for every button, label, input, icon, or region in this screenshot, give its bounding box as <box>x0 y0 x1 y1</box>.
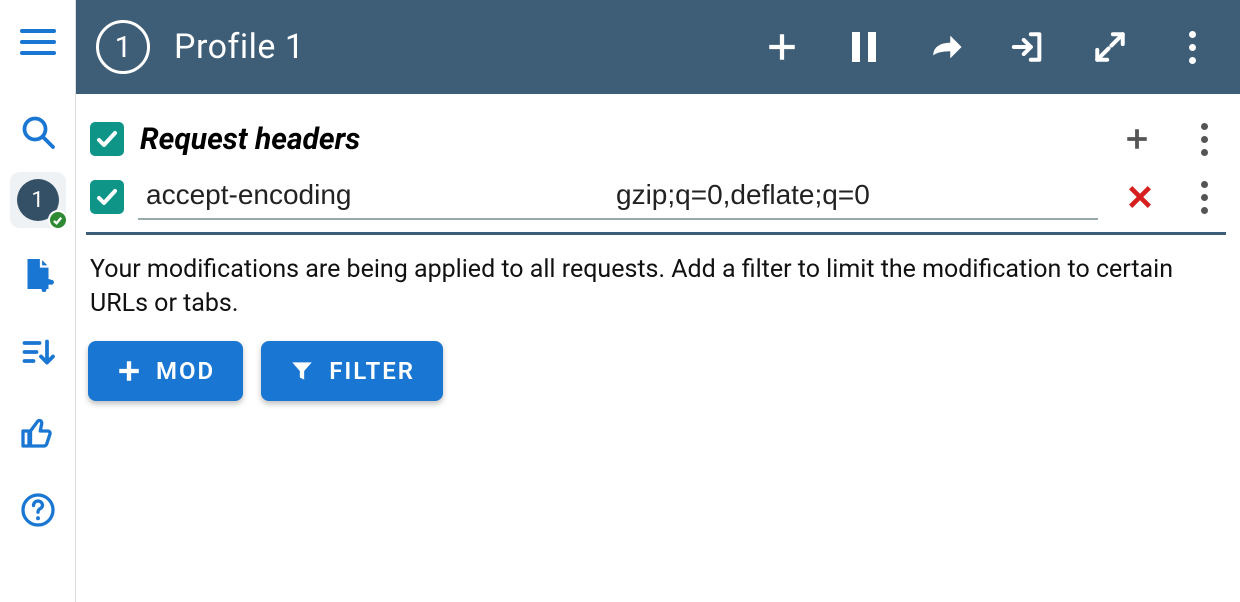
profile-title: Profile 1 <box>174 27 304 67</box>
more-vert-icon <box>1201 181 1208 188</box>
toolbar-actions <box>762 27 1212 67</box>
main-panel: 1 Profile 1 <box>76 0 1240 602</box>
hamburger-icon <box>20 29 56 55</box>
new-file-button[interactable] <box>10 246 66 302</box>
section-divider <box>86 232 1226 235</box>
more-vert-icon <box>1201 123 1208 130</box>
left-rail: 1 <box>0 0 76 602</box>
header-value-input[interactable] <box>614 178 1098 212</box>
delete-header-button[interactable] <box>1120 177 1160 217</box>
add-filter-button[interactable]: FILTER <box>261 341 443 401</box>
rail-profile-button[interactable]: 1 <box>10 172 66 228</box>
sort-button[interactable] <box>10 324 66 380</box>
share-icon <box>929 30 963 64</box>
close-icon <box>1126 183 1154 211</box>
hamburger-menu-button[interactable] <box>10 14 66 70</box>
header-enable-checkbox[interactable] <box>90 180 124 214</box>
thumbs-up-icon <box>20 416 56 452</box>
add-mod-label: MOD <box>156 357 215 385</box>
import-icon <box>1011 30 1045 64</box>
toolbar-more-button[interactable] <box>1172 27 1212 67</box>
add-header-button[interactable] <box>1116 118 1158 160</box>
plus-icon <box>765 30 799 64</box>
profile-chip[interactable]: 1 Profile 1 <box>96 20 304 74</box>
more-vert-icon <box>1189 31 1196 38</box>
like-button[interactable] <box>10 406 66 462</box>
section-more-button[interactable] <box>1192 118 1216 160</box>
rail-profile-number: 1 <box>31 188 43 213</box>
check-icon <box>95 127 119 151</box>
header-name-input[interactable] <box>144 178 614 212</box>
filter-notice-text: Your modifications are being applied to … <box>86 253 1226 321</box>
help-icon <box>20 492 56 528</box>
search-button[interactable] <box>10 104 66 160</box>
top-toolbar: 1 Profile 1 <box>76 0 1240 94</box>
action-button-row: MOD FILTER <box>86 341 1226 401</box>
toolbar-share-button[interactable] <box>926 27 966 67</box>
add-mod-button[interactable]: MOD <box>88 341 243 401</box>
profile-number-circle: 1 <box>96 20 150 74</box>
toolbar-pause-button[interactable] <box>844 27 884 67</box>
section-enable-checkbox[interactable] <box>90 122 124 156</box>
help-button[interactable] <box>10 482 66 538</box>
plus-icon <box>116 358 142 384</box>
app-root: 1 <box>0 0 1240 602</box>
header-field-pair <box>138 174 1098 220</box>
file-plus-icon <box>20 256 56 292</box>
section-header-row: Request headers <box>86 112 1226 166</box>
plus-icon <box>1124 126 1150 152</box>
rail-profile-active-badge <box>48 210 68 230</box>
sort-icon <box>20 334 56 370</box>
toolbar-import-button[interactable] <box>1008 27 1048 67</box>
profile-number: 1 <box>115 30 132 65</box>
check-icon <box>95 185 119 209</box>
toolbar-fullscreen-button[interactable] <box>1090 27 1130 67</box>
header-entry-row <box>86 166 1226 230</box>
content-area: Request headers <box>76 94 1240 401</box>
search-icon <box>20 114 56 150</box>
check-icon <box>52 215 63 226</box>
header-more-button[interactable] <box>1192 176 1216 218</box>
filter-icon <box>289 358 315 384</box>
toolbar-add-button[interactable] <box>762 27 802 67</box>
section-title: Request headers <box>140 122 360 157</box>
expand-icon <box>1093 30 1127 64</box>
add-filter-label: FILTER <box>329 357 415 385</box>
pause-icon <box>852 32 860 62</box>
